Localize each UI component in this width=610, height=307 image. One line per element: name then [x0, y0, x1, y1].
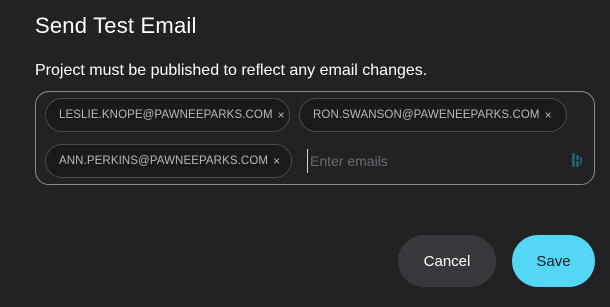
close-icon[interactable]: × — [273, 155, 280, 167]
publish-notice: Project must be published to reflect any… — [35, 62, 428, 79]
save-button[interactable]: Save — [512, 235, 595, 287]
recipient-chip: RON.SWANSON@PAWENEEPARKS.COM × — [299, 98, 567, 132]
cancel-button[interactable]: Cancel — [398, 235, 496, 287]
password-manager-icon[interactable] — [571, 152, 583, 168]
email-input[interactable] — [307, 149, 540, 173]
dialog-title: Send Test Email — [35, 13, 197, 38]
recipient-email-field[interactable]: LESLIE.KNOPE@PAWNEEPARKS.COM × RON.SWANS… — [35, 91, 595, 185]
send-test-email-dialog: Send Test Email Project must be publishe… — [0, 0, 610, 307]
recipient-chip-label: RON.SWANSON@PAWENEEPARKS.COM — [313, 109, 540, 121]
recipient-chip-label: ANN.PERKINS@PAWNEEPARKS.COM — [59, 155, 269, 167]
close-icon[interactable]: × — [278, 109, 285, 121]
close-icon[interactable]: × — [545, 109, 552, 121]
recipient-chip: LESLIE.KNOPE@PAWNEEPARKS.COM × — [45, 98, 290, 132]
recipient-chip: ANN.PERKINS@PAWNEEPARKS.COM × — [45, 144, 292, 178]
recipient-chip-label: LESLIE.KNOPE@PAWNEEPARKS.COM — [59, 109, 273, 121]
